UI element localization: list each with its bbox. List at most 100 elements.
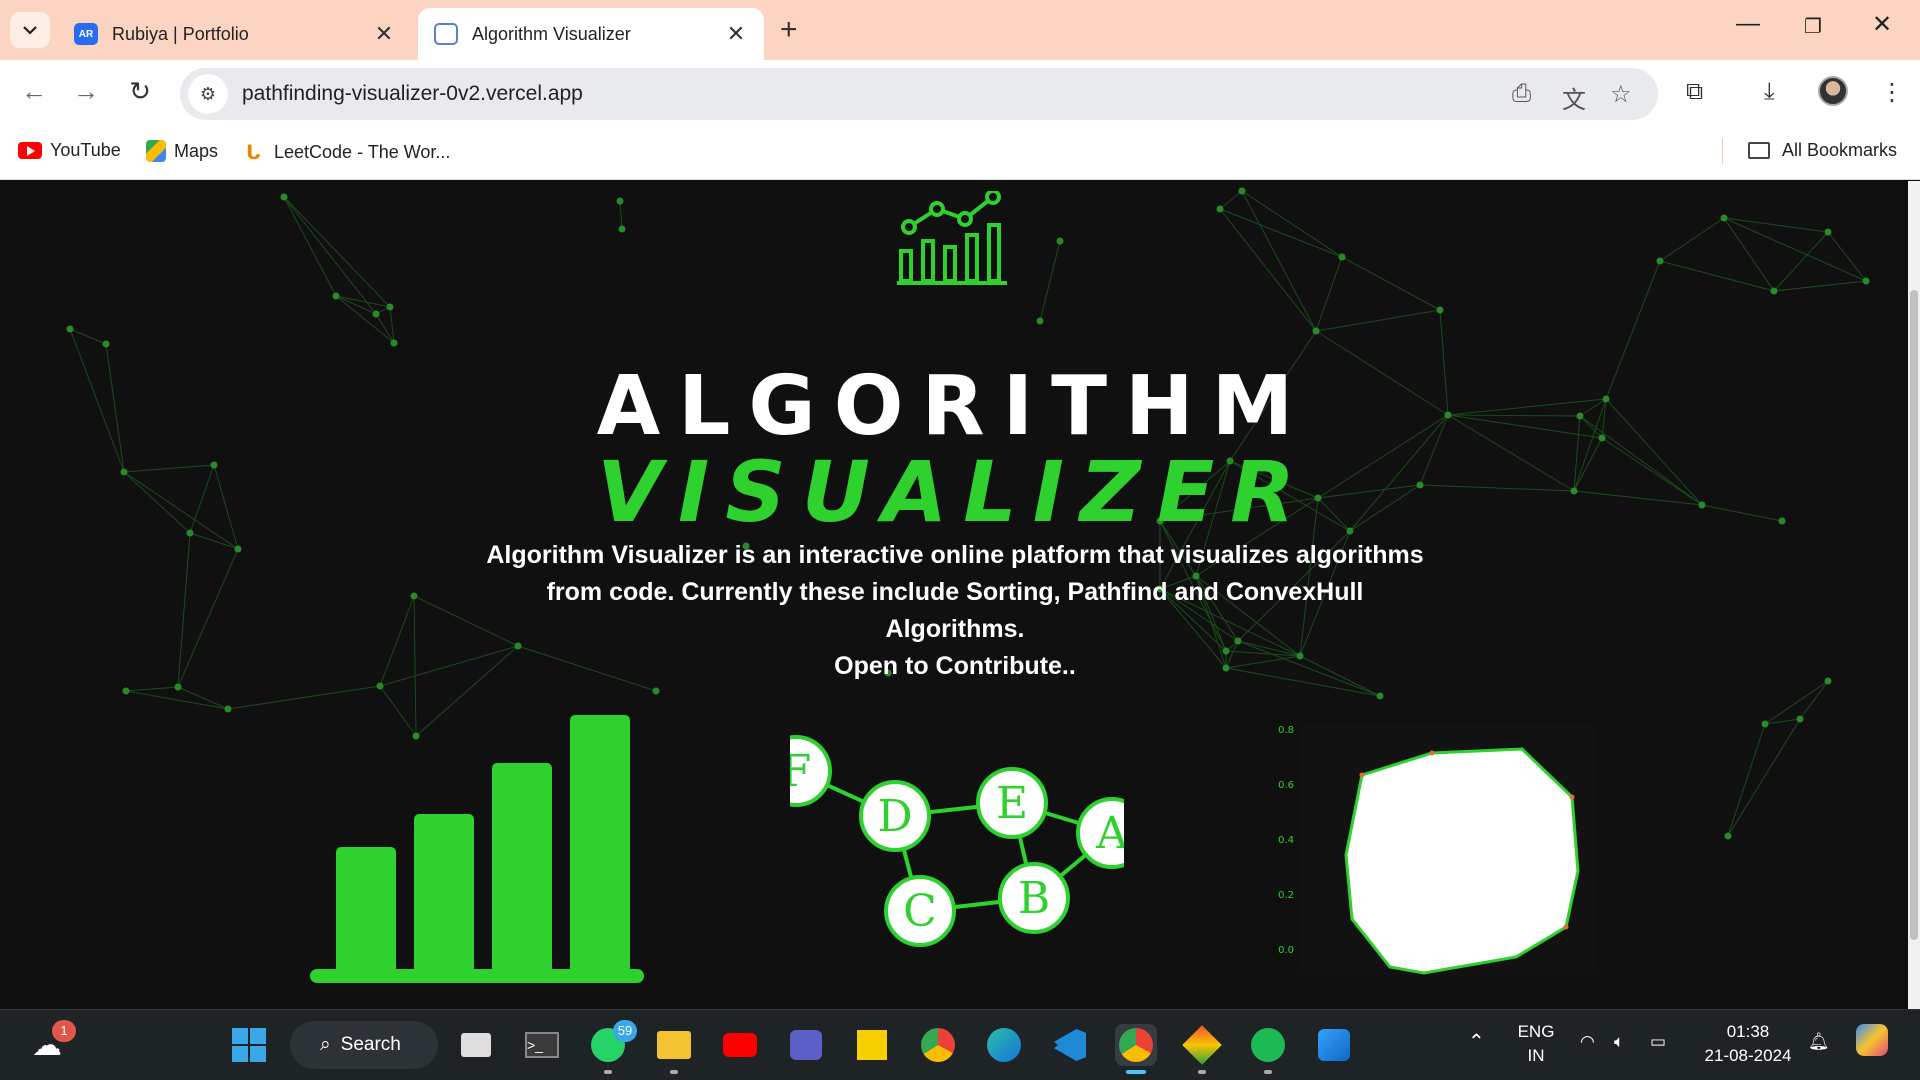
- running-indicator: [1198, 1070, 1206, 1074]
- sorting-bar: [414, 814, 474, 973]
- running-indicator: [670, 1070, 678, 1074]
- maps-icon: [146, 140, 166, 162]
- weather-widget[interactable]: ☁ 1: [26, 1020, 76, 1066]
- sorting-baseline: [310, 969, 644, 983]
- folder-icon: [1748, 142, 1770, 159]
- close-icon[interactable]: ✕: [372, 21, 396, 47]
- site-settings-icon[interactable]: ⚙: [188, 74, 228, 114]
- language-line1: ENG: [1517, 1022, 1555, 1041]
- forward-arrow-icon[interactable]: →: [68, 76, 104, 107]
- task-view-icon[interactable]: [455, 1024, 497, 1066]
- wifi-icon[interactable]: ◠: [1580, 1030, 1595, 1054]
- tab-title: Algorithm Visualizer: [472, 23, 631, 44]
- youtube-icon: [18, 142, 42, 159]
- menu-kebab-icon[interactable]: ⋮: [1880, 78, 1904, 107]
- portfolio-favicon-icon: AR: [74, 23, 98, 45]
- chrome-profile-icon[interactable]: [1115, 1024, 1157, 1074]
- hero-title-line1: ALGORITHM: [596, 359, 1312, 454]
- sorting-visualizer-card[interactable]: [300, 711, 660, 1009]
- volume-icon[interactable]: 🔈︎: [1614, 1030, 1624, 1054]
- vscode-icon[interactable]: [1049, 1024, 1091, 1066]
- page-content: ALGORITHM VISUALIZER Algorithm Visualize…: [0, 181, 1908, 1009]
- chart-logo-icon: [897, 191, 1007, 285]
- all-bookmarks-button[interactable]: All Bookmarks: [1748, 140, 1897, 161]
- clock[interactable]: 01:38 21-08-2024: [1700, 1020, 1796, 1068]
- tab-search-button[interactable]: [10, 12, 50, 48]
- profile-avatar[interactable]: [1818, 76, 1848, 106]
- new-tab-button[interactable]: +: [780, 13, 798, 47]
- chrome-icon[interactable]: [917, 1024, 959, 1066]
- taskbar-search[interactable]: ⌕ Search: [290, 1021, 438, 1069]
- graph-node-label: F: [790, 746, 811, 797]
- leetcode-icon: ᒐ: [246, 142, 261, 164]
- language-indicator[interactable]: ENG IN: [1516, 1020, 1556, 1068]
- convex-hull-visualizer-card[interactable]: 0.8 0.6 0.4 0.2 0.0: [1262, 719, 1602, 989]
- hero-title-line2: VISUALIZER: [597, 443, 1311, 541]
- notification-bell-icon[interactable]: 🔔︎: [1808, 1030, 1830, 1054]
- whatsapp-badge: 59: [613, 1020, 637, 1042]
- weather-badge: 1: [52, 1020, 76, 1042]
- graph-node-label: C: [903, 886, 937, 937]
- divider: [1722, 138, 1723, 164]
- search-label: Search: [340, 1034, 401, 1055]
- scrollbar-thumb[interactable]: [1910, 290, 1918, 940]
- sorting-bar: [336, 847, 396, 973]
- sorting-bar: [570, 715, 630, 973]
- y-tick-label: 0.0: [1278, 945, 1294, 956]
- y-tick-label: 0.6: [1278, 780, 1294, 791]
- description-line: from code. Currently these include Sorti…: [546, 578, 1364, 643]
- spotify-icon[interactable]: [1247, 1024, 1289, 1074]
- bookmark-star-icon[interactable]: ☆: [1610, 80, 1632, 109]
- graph-node-label: A: [1095, 808, 1124, 859]
- bookmark-youtube[interactable]: YouTube: [18, 140, 121, 161]
- edge-icon[interactable]: [983, 1024, 1025, 1066]
- reload-icon[interactable]: ↻: [122, 76, 158, 107]
- bookmark-label: YouTube: [50, 140, 121, 160]
- tab-portfolio[interactable]: AR Rubiya | Portfolio ✕: [58, 8, 412, 60]
- graph-node-label: E: [996, 778, 1028, 829]
- bookmark-maps[interactable]: Maps: [146, 140, 218, 162]
- terminal-icon[interactable]: >_: [521, 1024, 563, 1066]
- back-arrow-icon[interactable]: ←: [16, 76, 52, 107]
- all-bookmarks-label: All Bookmarks: [1782, 140, 1898, 160]
- minimize-icon[interactable]: —: [1736, 10, 1760, 38]
- show-hidden-icons-chevron-icon[interactable]: ⌃: [1468, 1030, 1485, 1054]
- browser-toolbar: ← → ↻ ⚙ pathfinding-visualizer-0v2.verce…: [0, 60, 1920, 128]
- active-indicator: [1126, 1070, 1146, 1074]
- download-icon[interactable]: ⤓: [1764, 78, 1775, 106]
- code-document-favicon-icon: [434, 23, 458, 45]
- translate-icon[interactable]: 文: [1562, 80, 1586, 115]
- url-text[interactable]: pathfinding-visualizer-0v2.vercel.app: [242, 82, 583, 106]
- sticky-notes-icon[interactable]: [851, 1024, 893, 1066]
- address-bar[interactable]: ⚙ pathfinding-visualizer-0v2.vercel.app …: [180, 68, 1658, 120]
- sorting-bar: [492, 763, 552, 973]
- running-indicator: [604, 1070, 612, 1074]
- youtube-app-icon[interactable]: [719, 1024, 761, 1066]
- restore-icon[interactable]: ❐: [1804, 14, 1822, 39]
- window-close-icon[interactable]: ✕: [1872, 10, 1892, 39]
- teams-icon[interactable]: [785, 1024, 827, 1066]
- whatsapp-icon[interactable]: 59: [587, 1020, 637, 1074]
- photos-icon[interactable]: [1313, 1024, 1355, 1066]
- search-icon: ⌕: [320, 1034, 331, 1055]
- pathfinding-visualizer-card[interactable]: F D E AB C: [790, 721, 1124, 1001]
- chevron-down-icon: [23, 26, 37, 35]
- file-explorer-icon[interactable]: [653, 1024, 695, 1074]
- windows-taskbar: ☁ 1 ⌕ Search >_ 59 ⌃ ENG IN ◠ 🔈︎ ▭ 01:38…: [0, 1009, 1920, 1080]
- graph-node-label: D: [877, 791, 912, 842]
- description-line: Open to Contribute..: [834, 652, 1076, 680]
- install-app-icon[interactable]: ⎙: [1512, 80, 1531, 108]
- copilot-icon[interactable]: [1856, 1024, 1888, 1063]
- start-button[interactable]: [228, 1024, 270, 1066]
- bookmark-leetcode[interactable]: ᒐ LeetCode - The Wor...: [246, 140, 450, 165]
- bookmark-label: LeetCode - The Wor...: [274, 142, 451, 162]
- battery-icon[interactable]: ▭: [1650, 1030, 1666, 1054]
- bookmark-label: Maps: [174, 140, 219, 161]
- extensions-icon[interactable]: ⧉: [1686, 78, 1703, 106]
- clock-date: 21-08-2024: [1704, 1046, 1792, 1065]
- git-tool-icon[interactable]: [1181, 1024, 1223, 1074]
- windows-logo-icon: [232, 1028, 266, 1062]
- tab-algorithm-visualizer[interactable]: Algorithm Visualizer ✕: [418, 8, 764, 60]
- close-icon[interactable]: ✕: [724, 21, 748, 47]
- running-indicator: [1264, 1070, 1272, 1074]
